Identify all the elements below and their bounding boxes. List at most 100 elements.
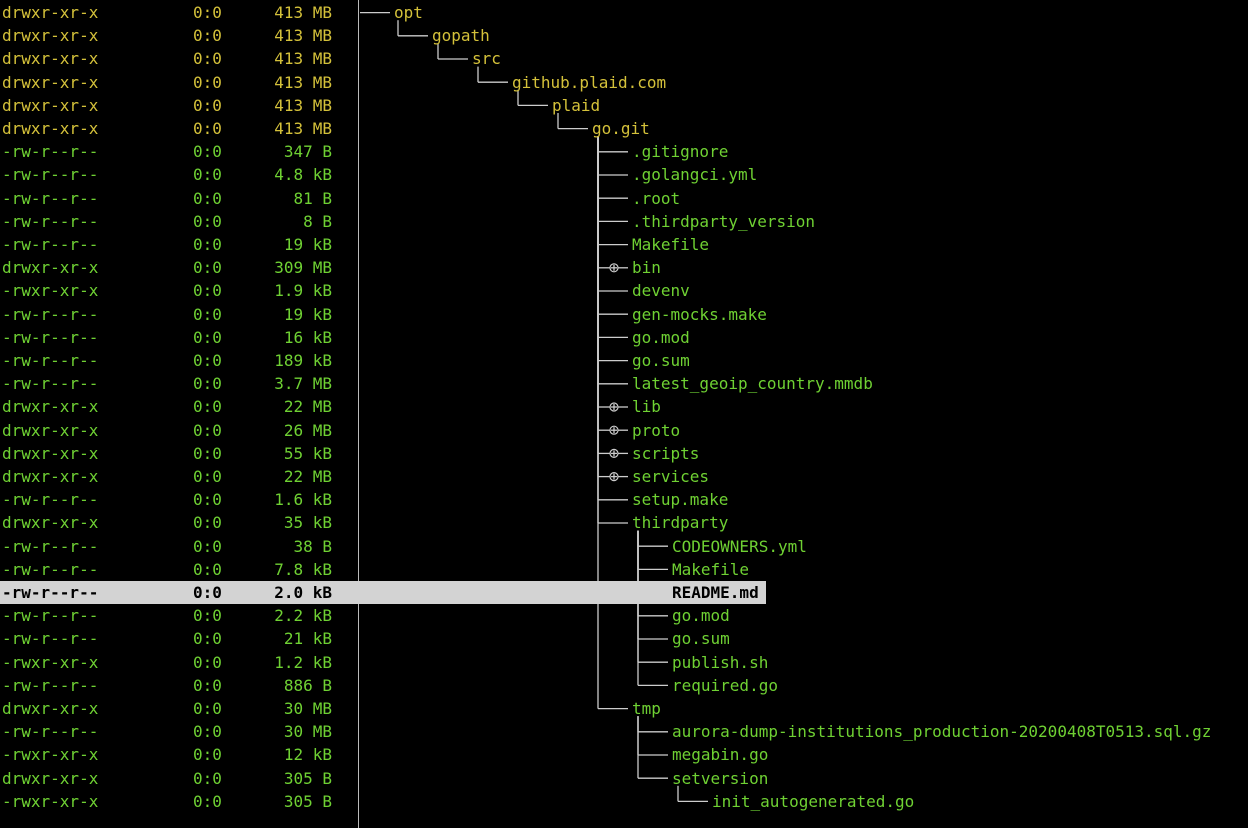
file-name[interactable]: CODEOWNERS.yml: [672, 535, 807, 558]
file-name[interactable]: lib: [632, 395, 661, 418]
permissions: drwxr-xr-x: [2, 397, 99, 417]
file-name[interactable]: proto: [632, 419, 680, 442]
file-name[interactable]: .golangci.yml: [632, 163, 757, 186]
permissions: -rw-r--r--: [2, 722, 99, 742]
permissions: -rw-r--r--: [2, 490, 99, 510]
file-size: 19 kB: [283, 235, 332, 254]
owner: 0:0: [193, 26, 222, 46]
tree-row[interactable]: drwxr-xr-x 0:0 413 MB gopath: [0, 24, 1248, 47]
tree-row[interactable]: drwxr-xr-x 0:0 413 MB go.git: [0, 117, 1248, 140]
tree-row[interactable]: drwxr-xr-x 0:0 35 kB thirdparty: [0, 511, 1248, 534]
permissions: -rw-r--r--: [2, 235, 99, 254]
tree-row[interactable]: -rw-r--r-- 0:0 7.8 kB Makefile: [0, 558, 1248, 581]
tree-row[interactable]: -rw-r--r-- 0:0 347 B .gitignore: [0, 140, 1248, 163]
tree-row[interactable]: drwxr-xr-x 0:0 305 B setversion: [0, 767, 1248, 790]
tree-row[interactable]: -rw-r--r-- 0:0 886 B required.go: [0, 674, 1248, 697]
tree-row[interactable]: -rw-r--r-- 0:0 1.6 kB setup.make: [0, 488, 1248, 511]
file-name[interactable]: go.mod: [672, 604, 730, 627]
permissions: drwxr-xr-x: [2, 3, 99, 22]
file-name[interactable]: megabin.go: [672, 743, 768, 766]
tree-row[interactable]: -rw-r--r-- 0:0 2.2 kB go.mod: [0, 604, 1248, 627]
file-name[interactable]: go.git: [592, 117, 650, 140]
file-name[interactable]: go.mod: [632, 326, 690, 349]
file-name[interactable]: Makefile: [632, 233, 709, 256]
file-name[interactable]: go.sum: [672, 627, 730, 650]
file-name[interactable]: plaid: [552, 94, 600, 117]
file-name[interactable]: bin: [632, 256, 661, 279]
file-name[interactable]: thirdparty: [632, 511, 728, 534]
permissions: drwxr-xr-x: [2, 467, 99, 486]
owner: 0:0: [193, 768, 222, 788]
file-size: 3.7 MB: [274, 374, 332, 394]
permissions: drwxr-xr-x: [2, 72, 99, 92]
file-name[interactable]: init_autogenerated.go: [712, 790, 914, 813]
permissions: -rw-r--r--: [2, 629, 99, 649]
tree-row[interactable]: -rwxr-xr-x 0:0 12 kB megabin.go: [0, 743, 1248, 766]
owner: 0:0: [193, 72, 222, 92]
tree-row[interactable]: -rw-r--r-- 0:0 19 kB gen-mocks.make: [0, 303, 1248, 326]
tree-row[interactable]: -rw-r--r-- 0:0 19 kB Makefile: [0, 233, 1248, 256]
tree-row[interactable]: -rw-r--r-- 0:0 3.7 MB latest_geoip_country.…: [0, 372, 1248, 395]
file-name[interactable]: required.go: [672, 674, 778, 697]
tree-row[interactable]: drwxr-xr-x 0:0 413 MB plaid: [0, 94, 1248, 117]
tree-row[interactable]: drwxr-xr-x 0:0 413 MB src: [0, 47, 1248, 70]
file-name[interactable]: src: [472, 47, 501, 70]
file-size: 309 MB: [274, 258, 332, 278]
tree-row[interactable]: drwxr-xr-x 0:0 413 MB github.plaid.com: [0, 71, 1248, 94]
file-name[interactable]: .gitignore: [632, 140, 728, 163]
tree-row[interactable]: -rw-r--r-- 0:0 189 kB go.sum: [0, 349, 1248, 372]
tree-row[interactable]: -rw-r--r-- 0:0 21 kB go.sum: [0, 627, 1248, 650]
tree-row[interactable]: -rw-r--r-- 0:0 8 B .thirdparty_version: [0, 210, 1248, 233]
owner: 0:0: [193, 142, 222, 162]
file-name[interactable]: opt: [394, 1, 423, 24]
file-size: 413 MB: [274, 3, 332, 22]
tree-row[interactable]: drwxr-xr-x 0:0 30 MB tmp: [0, 697, 1248, 720]
file-size: 189 kB: [274, 351, 332, 370]
tree-row[interactable]: drwxr-xr-x 0:0 22 MB services: [0, 465, 1248, 488]
owner: 0:0: [193, 490, 222, 510]
tree-row[interactable]: -rw-r--r-- 0:0 16 kB go.mod: [0, 326, 1248, 349]
file-size: 1.2 kB: [274, 652, 332, 672]
tree-row[interactable]: drwxr-xr-x 0:0 55 kB scripts: [0, 442, 1248, 465]
file-name[interactable]: gen-mocks.make: [632, 303, 767, 326]
tree-row[interactable]: -rwxr-xr-x 0:0 1.2 kB publish.sh: [0, 651, 1248, 674]
file-name[interactable]: gopath: [432, 24, 490, 47]
permissions: -rw-r--r--: [2, 142, 99, 162]
tree-row[interactable]: drwxr-xr-x 0:0 26 MB proto: [0, 419, 1248, 442]
tree-row[interactable]: -rw-r--r-- 0:0 81 B .root: [0, 187, 1248, 210]
tree-row[interactable]: -rw-r--r-- 0:0 2.0 kB README.md: [0, 581, 1248, 605]
tree-row[interactable]: drwxr-xr-x 0:0 22 MB lib: [0, 395, 1248, 418]
file-size: 2.0 kB: [274, 583, 332, 602]
file-name[interactable]: publish.sh: [672, 651, 768, 674]
file-name[interactable]: README.md: [672, 581, 759, 604]
permissions: -rw-r--r--: [2, 675, 99, 695]
file-name[interactable]: Makefile: [672, 558, 749, 581]
owner: 0:0: [193, 351, 222, 370]
tree-row[interactable]: -rw-r--r-- 0:0 30 MB aurora-dump-institutio…: [0, 720, 1248, 743]
file-name[interactable]: devenv: [632, 279, 690, 302]
file-name[interactable]: setversion: [672, 767, 768, 790]
tree-row[interactable]: -rw-r--r-- 0:0 38 B CODEOWNERS.yml: [0, 535, 1248, 558]
file-name[interactable]: go.sum: [632, 349, 690, 372]
file-name[interactable]: tmp: [632, 697, 661, 720]
tree-row[interactable]: -rw-r--r-- 0:0 4.8 kB .golangci.yml: [0, 163, 1248, 186]
file-size: 55 kB: [283, 443, 332, 463]
file-size: 22 MB: [283, 467, 332, 486]
file-name[interactable]: setup.make: [632, 488, 728, 511]
tree-row[interactable]: drwxr-xr-x 0:0 309 MB bin: [0, 256, 1248, 279]
tree-row[interactable]: -rwxr-xr-x 0:0 1.9 kB devenv: [0, 279, 1248, 302]
file-size: 413 MB: [274, 26, 332, 46]
permissions: -rwxr-xr-x: [2, 652, 99, 672]
tree-row[interactable]: drwxr-xr-x 0:0 413 MB opt: [0, 1, 1248, 24]
tree-row[interactable]: -rwxr-xr-x 0:0 305 B init_autogenerated.go: [0, 790, 1248, 813]
file-name[interactable]: latest_geoip_country.mmdb: [632, 372, 873, 395]
file-name[interactable]: .root: [632, 187, 680, 210]
file-name[interactable]: .thirdparty_version: [632, 210, 815, 233]
file-name[interactable]: github.plaid.com: [512, 71, 666, 94]
file-name[interactable]: scripts: [632, 442, 699, 465]
file-name[interactable]: services: [632, 465, 709, 488]
file-name[interactable]: aurora-dump-institutions_production-2020…: [672, 720, 1211, 743]
owner: 0:0: [193, 188, 222, 208]
owner: 0:0: [193, 165, 222, 185]
permissions: -rw-r--r--: [2, 606, 99, 626]
